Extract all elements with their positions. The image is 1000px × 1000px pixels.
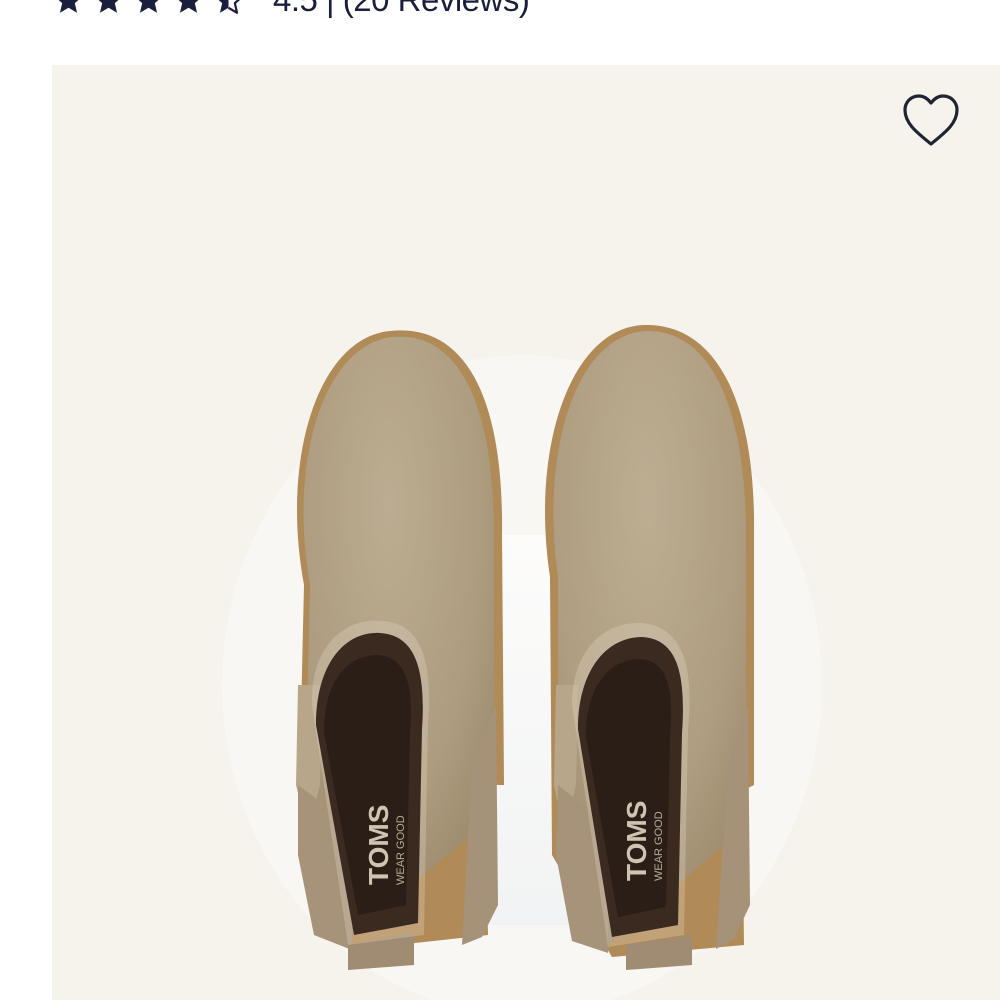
star-full-icon <box>92 0 125 17</box>
brand-mark-left: TOMS <box>363 805 394 885</box>
rating-stars <box>52 0 245 17</box>
star-half-icon <box>212 0 245 17</box>
brand-tagline-left: WEAR GOOD <box>395 815 407 885</box>
star-full-icon <box>172 0 205 17</box>
rating-summary[interactable]: 4.5 | (20 Reviews) <box>273 0 530 19</box>
left-boot: TOMS WEAR GOOD <box>296 330 504 970</box>
rating-row: 4.5 | (20 Reviews) <box>52 0 530 22</box>
boots-photo: TOMS WEAR GOOD TOMS WEAR GOOD <box>222 324 822 1000</box>
star-full-icon <box>52 0 85 17</box>
brand-mark-right: TOMS <box>621 801 652 881</box>
brand-tagline-right: WEAR GOOD <box>653 811 665 881</box>
heart-outline-icon <box>898 90 964 152</box>
wishlist-button[interactable] <box>898 90 964 152</box>
product-image[interactable]: TOMS WEAR GOOD TOMS WEAR GOOD <box>52 65 1000 1000</box>
star-full-icon <box>132 0 165 17</box>
right-boot: TOMS WEAR GOOD <box>545 324 755 970</box>
